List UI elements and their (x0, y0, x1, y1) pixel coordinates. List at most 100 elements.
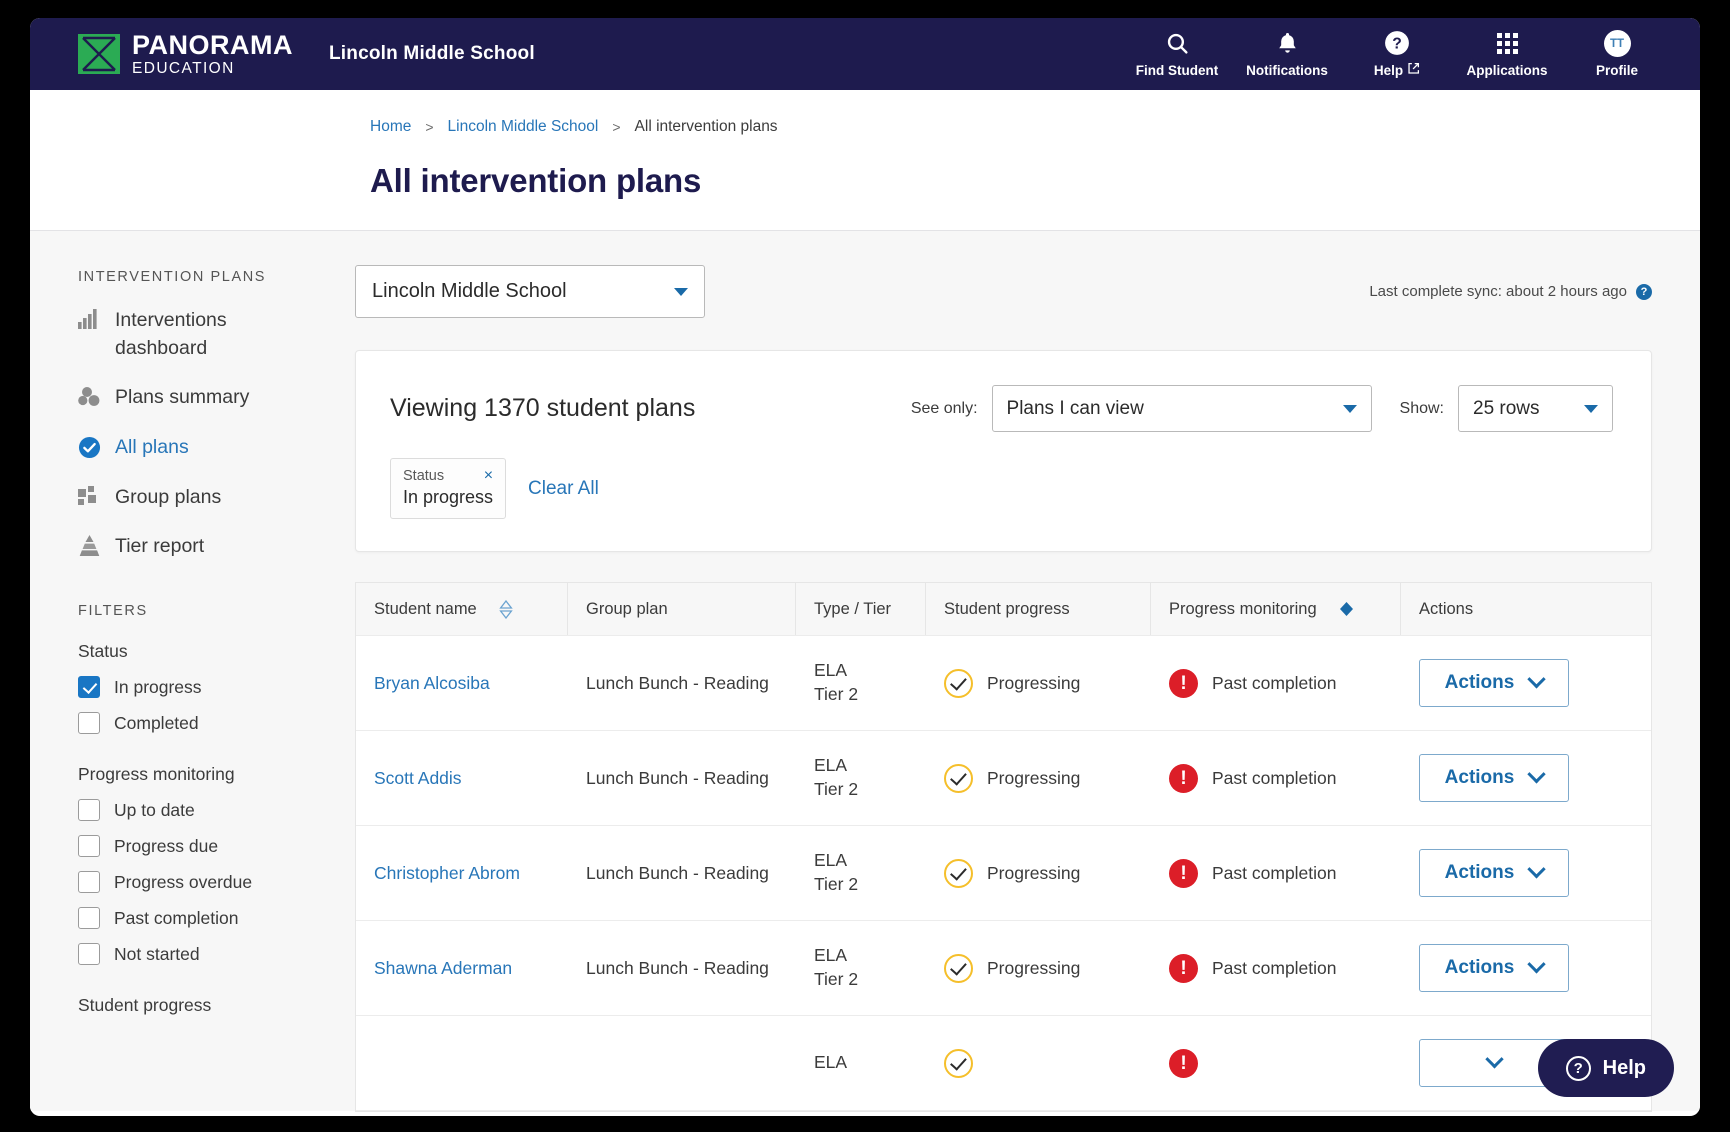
nav-profile-label: Profile (1595, 62, 1638, 78)
filter-option-in-progress[interactable]: In progress (78, 676, 335, 699)
checkbox-icon[interactable] (78, 907, 100, 930)
sidebar-item-plans-summary[interactable]: Plans summary (78, 384, 335, 412)
column-header-progress-monitoring[interactable]: Progress monitoring (1151, 583, 1401, 635)
rows-per-page-select[interactable]: 25 rows (1458, 385, 1613, 432)
filter-option-progress-overdue[interactable]: Progress overdue (78, 871, 335, 894)
chevron-down-icon (674, 287, 688, 296)
alert-icon: ! (1169, 668, 1198, 698)
column-label: Progress monitoring (1169, 599, 1317, 618)
sort-icon-active[interactable] (1339, 601, 1354, 617)
actions-button[interactable]: Actions (1419, 849, 1569, 897)
filter-option-not-started[interactable]: Not started (78, 943, 335, 966)
sidebar-item-group-plans[interactable]: Group plans (78, 484, 335, 512)
table-row: Bryan Alcosiba Lunch Bunch - Reading ELA… (356, 636, 1651, 731)
active-filters-row: Status × In progress Clear All (390, 458, 1613, 519)
school-select-value: Lincoln Middle School (372, 280, 567, 302)
logo-text-secondary: EDUCATION (132, 59, 235, 77)
nav-notifications[interactable]: Notifications (1232, 18, 1342, 90)
cell-type-tier: ELA Tier 2 (796, 731, 926, 825)
sidebar-item-interventions-dashboard[interactable]: Interventions dashboard (78, 307, 335, 362)
avatar: TT (1603, 30, 1631, 57)
viewing-count: Viewing 1370 student plans (390, 394, 696, 422)
nav-find-student[interactable]: Find Student (1122, 18, 1232, 90)
cell-student-progress: Progressing (926, 921, 1151, 1015)
filter-group-title: Status (78, 641, 128, 662)
filter-option-label: Completed (114, 712, 199, 733)
actions-button-label: Actions (1444, 862, 1515, 883)
column-label: Actions (1419, 599, 1474, 618)
cell-tier: Tier 2 (814, 969, 859, 989)
cell-student-progress: Progressing (926, 731, 1151, 825)
sort-icon[interactable] (499, 599, 513, 619)
cell-student-name: Bryan Alcosiba (356, 636, 568, 730)
filter-chip-value: In progress (403, 487, 494, 507)
cell-tier: Tier 2 (814, 874, 859, 894)
alert-icon: ! (1169, 763, 1198, 793)
bar-chart-icon (78, 307, 101, 329)
filter-option-completed[interactable]: Completed (78, 712, 335, 735)
brand-logo[interactable]: PANORAMA EDUCATION (78, 31, 293, 77)
svg-text:?: ? (1392, 36, 1402, 53)
filter-group-title: Student progress (78, 995, 212, 1016)
page-body: INTERVENTION PLANS Interventions dashboa… (30, 231, 1700, 1112)
student-link[interactable]: Scott Addis (374, 768, 462, 789)
breadcrumb-current: All intervention plans (634, 118, 778, 135)
cell-type: ELA (814, 945, 848, 966)
progressing-check-icon (944, 858, 973, 888)
nav-applications[interactable]: Applications (1452, 18, 1562, 90)
checkbox-icon[interactable] (78, 712, 100, 735)
column-header-group-plan: Group plan (568, 583, 796, 635)
circles-icon (78, 384, 101, 407)
filter-option-progress-due[interactable]: Progress due (78, 835, 335, 858)
cell-group-plan: Lunch Bunch - Reading (586, 767, 769, 788)
checkbox-checked-icon[interactable] (78, 676, 100, 699)
column-header-student-progress: Student progress (926, 583, 1151, 635)
cell-progress-monitoring: ! Past completion (1151, 636, 1401, 730)
progressing-check-icon (944, 763, 973, 793)
nav-help[interactable]: ? Help (1342, 18, 1452, 90)
nav-help-text: Help (1373, 62, 1404, 78)
table-header-row: Student name Group plan Type / Tier Stud… (356, 582, 1651, 636)
chevron-down-icon (1527, 859, 1547, 878)
sidebar-item-label: All plans (115, 436, 189, 459)
sidebar-item-tier-report[interactable]: Tier report (78, 533, 335, 561)
breadcrumb-home[interactable]: Home (370, 118, 411, 136)
cell-student-name: Shawna Aderman (356, 921, 568, 1015)
actions-button[interactable]: Actions (1419, 944, 1569, 992)
help-widget-button[interactable]: ? Help (1537, 1039, 1674, 1097)
breadcrumb-school[interactable]: Lincoln Middle School (448, 118, 599, 136)
plans-table: Student name Group plan Type / Tier Stud… (355, 582, 1652, 1112)
nav-profile[interactable]: TT Profile (1562, 18, 1672, 90)
actions-button[interactable]: Actions (1419, 754, 1569, 802)
main-content: Lincoln Middle School Last complete sync… (335, 231, 1700, 1112)
checkbox-icon[interactable] (78, 871, 100, 894)
student-link[interactable]: Christopher Abrom (374, 863, 520, 884)
see-only-select[interactable]: Plans I can view (991, 385, 1372, 432)
cell-student-name: Scott Addis (356, 731, 568, 825)
actions-button[interactable]: Actions (1419, 659, 1569, 707)
cell-type-tier: ELA Tier 2 (796, 826, 926, 920)
filter-option-past-completion[interactable]: Past completion (78, 907, 335, 930)
checkbox-icon[interactable] (78, 943, 100, 966)
filter-option-label: In progress (114, 676, 202, 697)
squares-icon (78, 484, 101, 506)
sidebar-item-label: Interventions dashboard (115, 309, 227, 359)
monitoring-label: Past completion (1212, 862, 1337, 883)
clear-all-button[interactable]: Clear All (528, 478, 599, 500)
school-select[interactable]: Lincoln Middle School (355, 265, 705, 318)
sidebar-item-all-plans[interactable]: All plans (78, 434, 335, 462)
info-icon[interactable]: ? (1636, 283, 1652, 300)
column-header-student-name[interactable]: Student name (356, 583, 568, 635)
cell-progress-monitoring: ! Past completion (1151, 826, 1401, 920)
cell-type-tier: ELA Tier 2 (796, 636, 926, 730)
student-link[interactable]: Bryan Alcosiba (374, 673, 490, 694)
filter-group-title: Progress monitoring (78, 764, 235, 785)
checkbox-icon[interactable] (78, 835, 100, 858)
checkbox-icon[interactable] (78, 799, 100, 822)
cell-type: ELA (814, 1052, 848, 1073)
see-only-label: See only: (910, 399, 978, 417)
monitoring-label: Past completion (1212, 957, 1337, 978)
filter-option-up-to-date[interactable]: Up to date (78, 799, 335, 822)
close-icon[interactable]: × (484, 467, 493, 485)
student-link[interactable]: Shawna Aderman (374, 958, 512, 979)
